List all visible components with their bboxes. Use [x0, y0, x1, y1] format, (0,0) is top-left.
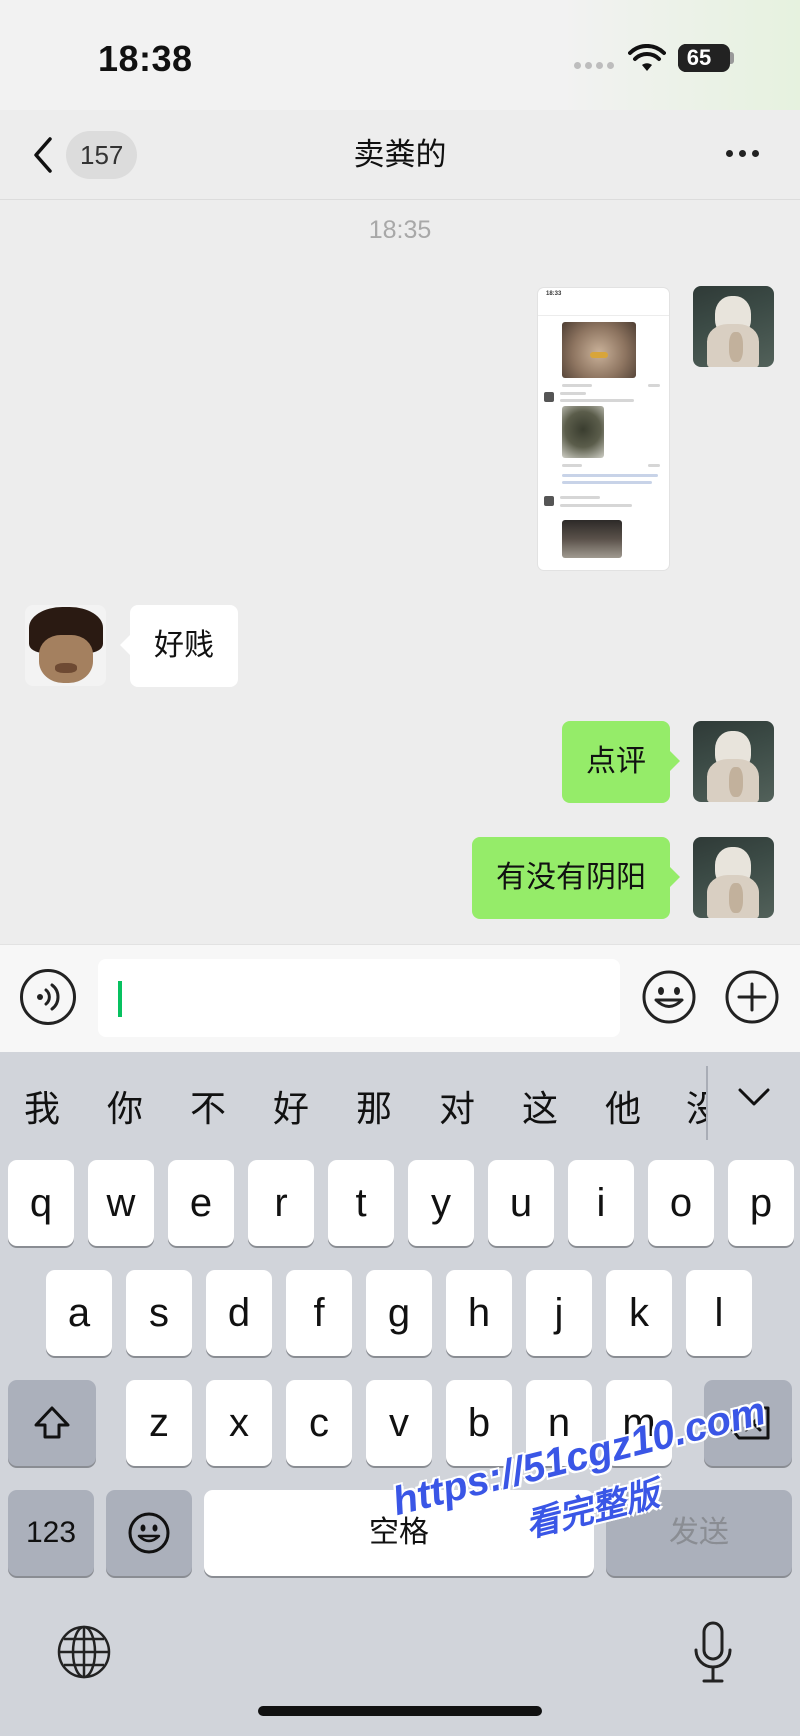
text-cursor — [118, 981, 122, 1017]
thumbnail-photo-1 — [562, 322, 636, 378]
self-avatar[interactable] — [693, 286, 774, 367]
self-avatar[interactable] — [693, 721, 774, 802]
key-c[interactable]: c — [286, 1380, 352, 1466]
message-text: 好贱 — [154, 629, 214, 662]
home-indicator[interactable] — [258, 1706, 542, 1716]
ios-keyboard: 我 你 不 好 那 对 这 他 没 q w e r t y u i o p a … — [0, 1052, 800, 1736]
candidate-word[interactable]: 我 — [16, 1080, 68, 1132]
key-h[interactable]: h — [446, 1270, 512, 1356]
key-z[interactable]: z — [126, 1380, 192, 1466]
key-u[interactable]: u — [488, 1160, 554, 1246]
message-text: 有没有阴阳 — [496, 861, 646, 894]
candidate-word[interactable]: 这 — [514, 1080, 566, 1132]
candidate-word-partial[interactable]: 没 — [686, 1080, 706, 1132]
emoji-key[interactable] — [106, 1490, 192, 1576]
candidate-word[interactable]: 他 — [597, 1080, 649, 1132]
key-x[interactable]: x — [206, 1380, 272, 1466]
shift-key[interactable] — [8, 1380, 96, 1466]
emoji-icon — [128, 1512, 170, 1554]
key-o[interactable]: o — [648, 1160, 714, 1246]
message-text-input[interactable] — [98, 959, 620, 1037]
key-s[interactable]: s — [126, 1270, 192, 1356]
key-t[interactable]: t — [328, 1160, 394, 1246]
chat-nav-bar: 157 卖粪的 — [0, 110, 800, 200]
contact-avatar[interactable] — [25, 605, 106, 686]
candidate-divider — [706, 1066, 708, 1140]
key-r[interactable]: r — [248, 1160, 314, 1246]
key-e[interactable]: e — [168, 1160, 234, 1246]
message-text: 点评 — [586, 745, 646, 778]
status-time: 18:38 — [98, 38, 193, 79]
key-f[interactable]: f — [286, 1270, 352, 1356]
voice-icon[interactable] — [20, 969, 76, 1025]
chat-message-list[interactable]: 18:35 18:33 好贱 点评 有没有阴阳 — [0, 200, 800, 944]
candidate-word[interactable]: 那 — [348, 1080, 400, 1132]
emoji-icon[interactable] — [641, 969, 697, 1025]
key-j[interactable]: j — [526, 1270, 592, 1356]
outgoing-message[interactable]: 有没有阴阳 — [472, 837, 680, 919]
chevron-down-icon[interactable] — [736, 1082, 772, 1112]
key-k[interactable]: k — [606, 1270, 672, 1356]
key-p[interactable]: p — [728, 1160, 794, 1246]
more-dots-icon[interactable] — [726, 150, 759, 157]
key-l[interactable]: l — [686, 1270, 752, 1356]
chevron-left-icon[interactable] — [30, 135, 56, 175]
key-w[interactable]: w — [88, 1160, 154, 1246]
message-timestamp: 18:35 — [368, 216, 432, 244]
image-message[interactable]: 18:33 — [538, 288, 669, 570]
self-avatar[interactable] — [693, 837, 774, 918]
thumbnail-photo-2 — [562, 406, 604, 458]
cellular-signal-icon — [574, 62, 614, 69]
thumbnail-photo-3 — [562, 520, 622, 558]
status-bar: 18:38 65 — [0, 0, 800, 110]
candidate-word[interactable]: 不 — [182, 1080, 234, 1132]
numbers-key[interactable]: 123 — [8, 1490, 94, 1576]
key-y[interactable]: y — [408, 1160, 474, 1246]
candidate-bar: 我 你 不 好 那 对 这 他 没 — [0, 1052, 800, 1156]
battery-icon: 65 — [678, 44, 730, 72]
message-input-bar — [0, 944, 800, 1052]
candidate-word[interactable]: 对 — [431, 1080, 483, 1132]
chat-title: 卖粪的 — [353, 137, 447, 172]
globe-icon[interactable] — [56, 1624, 112, 1680]
key-q[interactable]: q — [8, 1160, 74, 1246]
shift-icon — [34, 1406, 70, 1439]
outgoing-message[interactable]: 点评 — [562, 721, 680, 803]
plus-circle-icon[interactable] — [724, 969, 780, 1025]
candidate-word[interactable]: 你 — [99, 1080, 151, 1132]
battery-cap — [730, 52, 734, 64]
key-i[interactable]: i — [568, 1160, 634, 1246]
candidate-word[interactable]: 好 — [265, 1080, 317, 1132]
wifi-icon — [628, 44, 666, 71]
key-a[interactable]: a — [46, 1270, 112, 1356]
microphone-icon[interactable] — [690, 1620, 736, 1686]
key-d[interactable]: d — [206, 1270, 272, 1356]
key-v[interactable]: v — [366, 1380, 432, 1466]
key-g[interactable]: g — [366, 1270, 432, 1356]
battery-percent: 65 — [686, 45, 712, 70]
incoming-message[interactable]: 好贱 — [120, 605, 238, 687]
unread-count-badge[interactable]: 157 — [66, 131, 138, 179]
